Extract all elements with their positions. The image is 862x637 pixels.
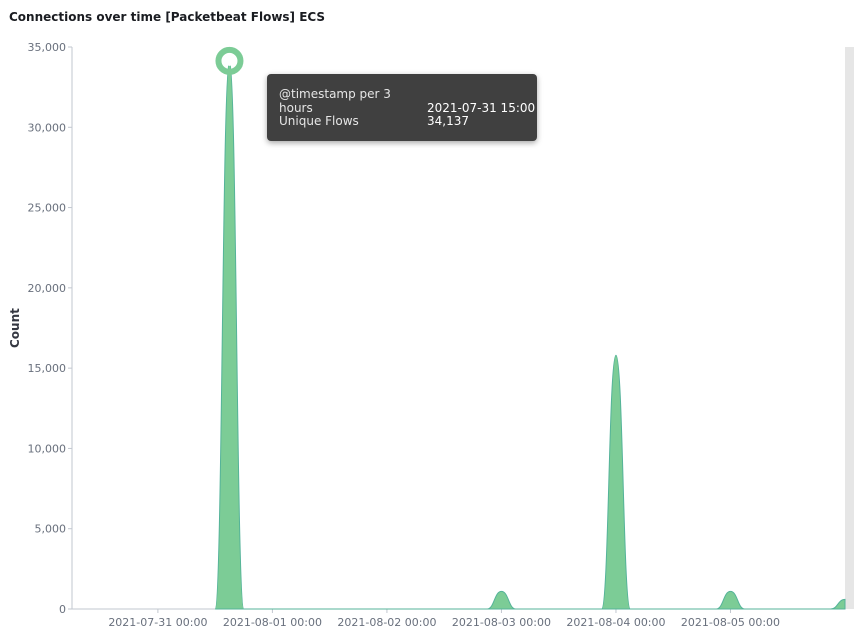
- tooltip-value: 34,137: [427, 114, 469, 128]
- x-tick-label: 2021-08-03 00:00: [452, 616, 551, 629]
- x-tick-label: 2021-08-01 00:00: [223, 616, 322, 629]
- chart-tooltip: @timestamp per 3 hours 2021-07-31 15:00 U…: [267, 74, 537, 141]
- area-series: [214, 60, 846, 610]
- y-tick-label: 20,000: [28, 282, 67, 295]
- x-tick-label: 2021-08-04 00:00: [566, 616, 665, 629]
- tooltip-key: Unique Flows: [279, 114, 359, 128]
- y-tick-label: 35,000: [28, 41, 67, 54]
- x-tick-label: 2021-07-31 00:00: [108, 616, 207, 629]
- scrollbar-track: [845, 47, 854, 609]
- x-tick-label: 2021-08-05 00:00: [681, 616, 780, 629]
- tooltip-row-timestamp: @timestamp per 3 hours 2021-07-31 15:00: [279, 87, 535, 115]
- highlight-center: [224, 55, 235, 66]
- y-tick-label: 5,000: [35, 523, 67, 536]
- y-tick-label: 0: [59, 603, 66, 616]
- y-tick-label: 15,000: [28, 362, 67, 375]
- tooltip-key: @timestamp per 3 hours: [279, 87, 391, 115]
- tooltip-value: 2021-07-31 15:00: [427, 101, 536, 115]
- y-tick-label: 30,000: [28, 121, 67, 134]
- x-tick-label: 2021-08-02 00:00: [337, 616, 436, 629]
- y-tick-label: 25,000: [28, 202, 67, 215]
- y-tick-label: 10,000: [28, 442, 67, 455]
- tooltip-row-unique-flows: Unique Flows 34,137: [279, 114, 469, 128]
